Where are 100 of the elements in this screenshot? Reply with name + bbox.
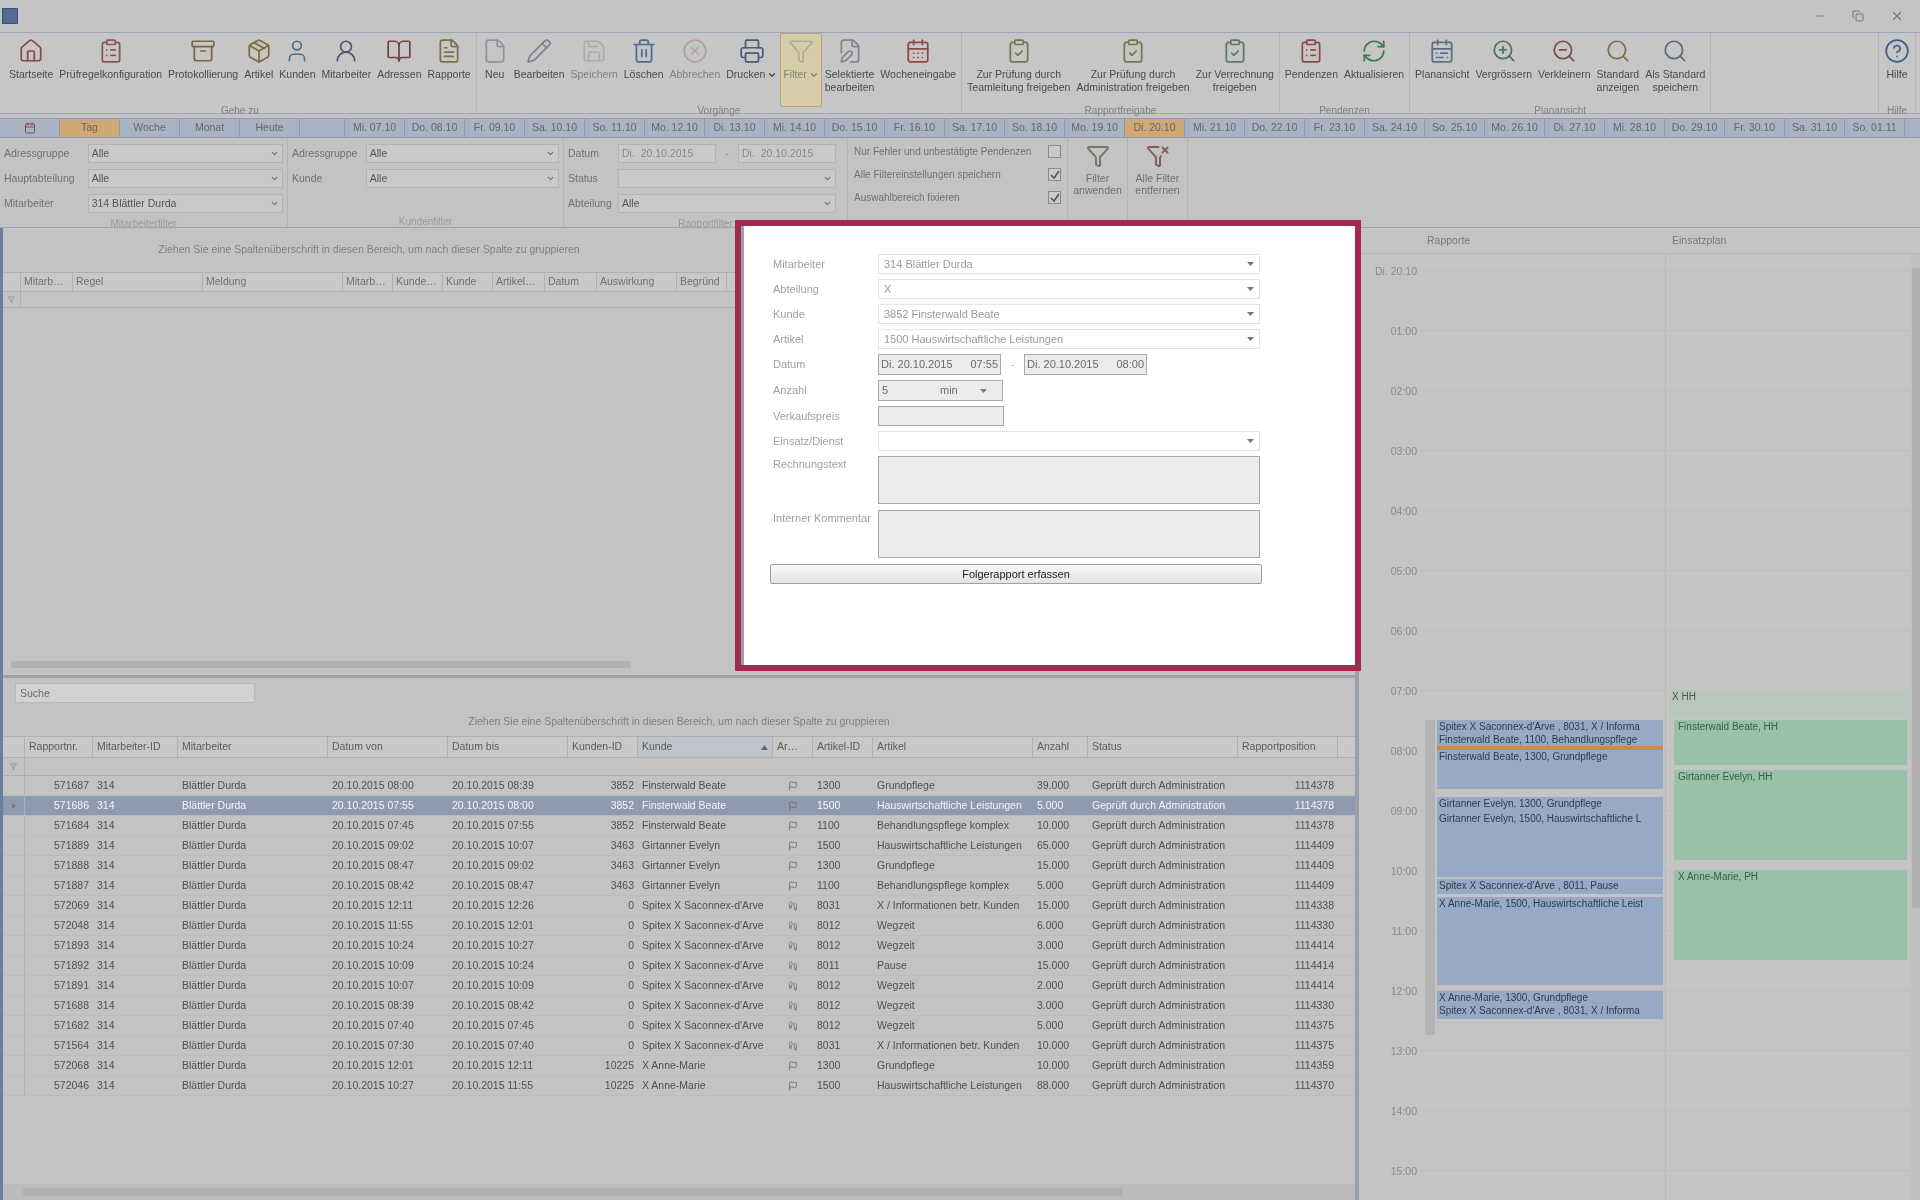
column-header[interactable]: Mitarbeiter [178,737,328,757]
day-tab[interactable]: Sa. 10.10 [525,119,585,137]
day-tab[interactable]: Mi. 21.10 [1185,119,1245,137]
ribbon-button[interactable]: Planansicht [1412,33,1473,107]
ribbon-button[interactable]: Aktualisieren [1341,33,1408,107]
day-tab[interactable]: Do. 08.10 [405,119,465,137]
day-tab[interactable]: So. 18.10 [1005,119,1065,137]
day-tab[interactable]: Sa. 31.10 [1785,119,1845,137]
dropdown-field[interactable]: Alle [87,144,283,163]
checkbox[interactable] [1048,191,1061,204]
assignment-event[interactable]: X Anne-Marie, PH [1674,870,1907,960]
column-header[interactable]: Artikel [873,737,1033,757]
dropdown-field[interactable]: Alle [365,169,559,188]
column-header[interactable]: Kunde [443,273,493,291]
ribbon-button[interactable]: Vergrössern [1472,33,1536,107]
day-tab[interactable]: Fr. 23.10 [1305,119,1365,137]
column-header[interactable]: Mitarb… [343,273,393,291]
assignment-event[interactable]: X HH [1668,690,1909,718]
view-tab[interactable]: Woche [120,119,180,137]
ribbon-button[interactable]: Löschen [620,33,667,107]
column-header[interactable]: Artikel-ID [813,737,873,757]
ribbon-button[interactable]: Adressen [374,33,425,107]
checkbox[interactable] [1048,145,1061,158]
dropdown-field[interactable]: 314 Blättler Durda [878,254,1260,274]
day-tab[interactable]: Mi. 07.10 [345,119,405,137]
assignment-event[interactable]: Finsterwald Beate, HH [1674,720,1907,765]
column-header[interactable]: Datum [545,273,597,291]
ribbon-button[interactable]: Prüfregelkonfiguration [56,33,166,107]
dropdown-field[interactable]: 3852 Finsterwald Beate [878,304,1260,324]
price-field[interactable] [878,406,1004,426]
day-tab[interactable]: Di. 27.10 [1545,119,1605,137]
column-header[interactable]: Regel [73,273,203,291]
column-header[interactable]: Kunde… [393,273,443,291]
table-row[interactable]: 571564 314 Blättler Durda 20.10.2015 07:30 20.10.2015 07:40 0 Spitex X Saconnex-d'Arve 8031 X / Informationen betr. Kunden 10.000 Geprüft durch Administration 1114375 [3,1036,1355,1056]
table-row[interactable]: 571888 314 Blättler Durda 20.10.2015 08:47 20.10.2015 09:02 3463 Girtanner Evelyn 1300 Grundpflege 15.000 Geprüft durch Administration 1114409 [3,856,1355,876]
day-tab[interactable]: Di. 20.10 [1125,119,1185,137]
table-row[interactable]: 571891 314 Blättler Durda 20.10.2015 10:07 20.10.2015 10:09 0 Spitex X Saconnex-d'Arve 8012 Wegzeit 2.000 Geprüft durch Administration 1114414 [3,976,1355,996]
day-tab[interactable]: So. 25.10 [1425,119,1485,137]
day-tab[interactable]: Mi. 14.10 [765,119,825,137]
ribbon-button[interactable]: Wocheneingabe [877,33,960,107]
assignment-event[interactable]: Girtanner Evelyn, HH [1674,770,1907,860]
day-tab[interactable]: Do. 22.10 [1245,119,1305,137]
dropdown-field[interactable]: 1500 Hauswirtschaftliche Leistungen [878,329,1260,349]
day-tab[interactable]: Do. 29.10 [1665,119,1725,137]
dropdown-field[interactable]: 314 Blättler Durda [87,194,283,213]
day-tab[interactable]: Sa. 17.10 [945,119,1005,137]
dropdown-field[interactable] [618,169,836,188]
view-tab[interactable]: Tag [60,119,120,137]
table-row[interactable]: 571682 314 Blättler Durda 20.10.2015 07:40 20.10.2015 07:45 0 Spitex X Saconnex-d'Arve 8012 Wegzeit 5.000 Geprüft durch Administration 1114375 [3,1016,1355,1036]
ribbon-button[interactable]: Hilfe [1881,33,1913,107]
report-event[interactable]: X Anne-Marie, 1300, Grundpflege [1437,991,1663,1004]
search-field[interactable]: Suche [15,683,255,703]
ribbon-button[interactable]: Kunden [276,33,319,107]
table-row[interactable]: 572069 314 Blättler Durda 20.10.2015 12:11 20.10.2015 12:26 0 Spitex X Saconnex-d'Arve 8031 X / Informationen betr. Kunden 15.000 Geprüft durch Administration 1114338 [3,896,1355,916]
column-header[interactable]: Rapportnr. [25,737,93,757]
column-header[interactable]: Kunde [638,737,773,757]
column-header[interactable]: Auswirkung [597,273,677,291]
dropdown-field[interactable]: X [878,279,1260,299]
table-row[interactable]: 571893 314 Blättler Durda 20.10.2015 10:24 20.10.2015 10:27 0 Spitex X Saconnex-d'Arve 8012 Wegzeit 3.000 Geprüft durch Administration 1114414 [3,936,1355,956]
column-header[interactable]: Ar… [773,737,813,757]
ribbon-button[interactable]: Selektierte bearbeiten [821,33,878,107]
column-header[interactable]: Rapportposition [1238,737,1338,757]
quantity-field[interactable]: 5 min [878,380,1003,401]
column-header[interactable]: Begründ [677,273,727,291]
date-time-field[interactable]: Di. 20.10.2015 07:55 [878,354,1001,375]
ribbon-button[interactable]: Zur Prüfung durch Administration freigeben [1073,33,1193,107]
day-tab[interactable]: Di. 13.10 [705,119,765,137]
ribbon-button[interactable]: Neu [478,33,511,107]
table-row[interactable]: 571686 314 Blättler Durda 20.10.2015 07:55 20.10.2015 08:00 3852 Finsterwald Beate 1500 Hauswirtschaftliche Leistungen 5.000 Geprüft durch Administration 1114378 [3,796,1355,816]
ribbon-button[interactable]: Bearbeiten [510,33,568,107]
date-field[interactable]: Di. 20.10.2015 [738,144,836,163]
day-tab[interactable]: Sa. 24.10 [1365,119,1425,137]
ribbon-button[interactable]: Rapporte [424,33,474,107]
date-field[interactable]: Di. 20.10.2015 [618,144,716,163]
day-tab[interactable]: Fr. 09.10 [465,119,525,137]
day-tab[interactable]: Mo. 26.10 [1485,119,1545,137]
day-tab[interactable]: Mo. 12.10 [645,119,705,137]
ribbon-button[interactable]: Protokollierung [165,33,242,107]
ribbon-button[interactable]: Startseite [6,33,57,107]
report-event[interactable]: Girtanner Evelyn, 1500, Hauswirtschaftliche L [1437,812,1663,877]
report-event[interactable]: X Anne-Marie, 1500, Hauswirtschaftliche Leist [1437,897,1663,985]
view-tab[interactable]: Heute [240,119,300,137]
dropdown-field[interactable]: Alle [618,194,836,213]
column-header[interactable]: Status [1088,737,1238,757]
ribbon-button[interactable]: Mitarbeiter [318,33,375,107]
checkbox[interactable] [1048,168,1061,181]
day-tab[interactable]: Fr. 16.10 [885,119,945,137]
day-tab[interactable]: So. 11.10 [585,119,645,137]
column-header[interactable]: Meldung [203,273,343,291]
table-row[interactable]: 572048 314 Blättler Durda 20.10.2015 11:55 20.10.2015 12:01 0 Spitex X Saconnex-d'Arve 8012 Wegzeit 6.000 Geprüft durch Administration 1114330 [3,916,1355,936]
table-row[interactable]: 572046 314 Blättler Durda 20.10.2015 10:27 20.10.2015 11:55 10225 X Anne-Marie 1500 Hauswirtschaftliche Leistungen 88.000 Geprüft durch Administration 1114370 [3,1076,1355,1096]
table-row[interactable]: 571688 314 Blättler Durda 20.10.2015 08:39 20.10.2015 08:42 0 Spitex X Saconnex-d'Arve 8012 Wegzeit 3.000 Geprüft durch Administration 1114330 [3,996,1355,1016]
column-header[interactable]: Datum bis [448,737,568,757]
text-area[interactable] [878,510,1260,558]
column-header[interactable]: Mitarbeiter-ID [93,737,178,757]
table-row[interactable]: 572068 314 Blättler Durda 20.10.2015 12:01 20.10.2015 12:11 10225 X Anne-Marie 1300 Grundpflege 10.000 Geprüft durch Administration 1114359 [3,1056,1355,1076]
column-header[interactable]: Anzahl [1033,737,1088,757]
table-row[interactable]: 571887 314 Blättler Durda 20.10.2015 08:42 20.10.2015 08:47 3463 Girtanner Evelyn 1100 Behandlungspflege komplex 5.000 Geprüft durch Administration 1114409 [3,876,1355,896]
ribbon-button[interactable]: Zur Verrechnung freigeben [1192,33,1277,107]
report-event[interactable]: Spitex X Saconnex-d'Arve , 8031, X / Informa [1437,1004,1663,1019]
